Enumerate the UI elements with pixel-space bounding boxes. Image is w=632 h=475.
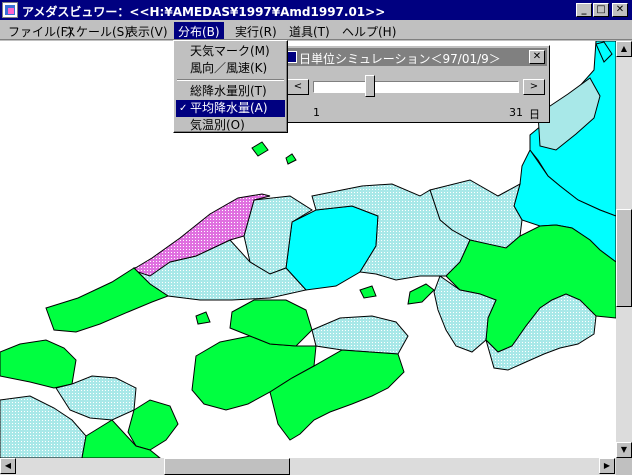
maximize-button[interactable]: □ bbox=[593, 3, 609, 17]
region-fukuoka bbox=[0, 339, 77, 389]
menu-item-wind[interactable]: 風向／風速(K) bbox=[176, 60, 285, 77]
menu-tools[interactable]: 道具(T) bbox=[285, 22, 334, 39]
menu-item-label: 平均降水量(A) bbox=[190, 101, 268, 115]
slider-max-label: 31 bbox=[509, 106, 523, 119]
simulation-title-bar[interactable]: 日単位シミュレーション＜97/01/9＞ ✕ bbox=[285, 48, 547, 66]
island-4 bbox=[251, 141, 269, 157]
menu-bar: ファイル(F) スケール(S) 表示(V) 分布(B) 実行(R) 道具(T) … bbox=[0, 20, 632, 40]
day-slider-track[interactable] bbox=[313, 81, 519, 93]
menu-item-total-precip[interactable]: 総降水量別(T) bbox=[176, 83, 285, 100]
prev-day-button[interactable]: < bbox=[287, 79, 309, 95]
menu-distribution[interactable]: 分布(B) bbox=[174, 22, 224, 39]
scroll-left-button[interactable]: ◀ bbox=[0, 458, 16, 474]
day-slider-thumb[interactable] bbox=[365, 75, 375, 97]
scroll-right-button[interactable]: ▶ bbox=[599, 458, 615, 474]
region-kagawa bbox=[311, 315, 409, 355]
menu-separator bbox=[177, 79, 284, 81]
scroll-up-button[interactable]: ▲ bbox=[616, 41, 632, 57]
simulation-close-button[interactable]: ✕ bbox=[529, 50, 545, 64]
check-icon: ✓ bbox=[179, 103, 188, 114]
next-day-button[interactable]: > bbox=[523, 79, 545, 95]
menu-item-label: 総降水量別(T) bbox=[190, 84, 267, 98]
vertical-scrollbar[interactable]: ▲ ▼ bbox=[616, 41, 632, 458]
simulation-title: 日単位シミュレーション＜97/01/9＞ bbox=[299, 52, 501, 66]
horizontal-scrollbar[interactable]: ◀ ▶ bbox=[0, 458, 616, 475]
scroll-down-button[interactable]: ▼ bbox=[616, 442, 632, 458]
menu-item-avg-precip[interactable]: ✓ 平均降水量(A) bbox=[176, 100, 285, 117]
close-button[interactable]: ✕ bbox=[612, 3, 628, 17]
slider-min-label: 1 bbox=[313, 106, 320, 119]
vertical-scroll-thumb[interactable] bbox=[616, 209, 632, 307]
title-bar[interactable]: アメダスビュワー：<<H:¥AMEDAS¥1997¥Amd1997.01>> _… bbox=[0, 0, 632, 20]
scroll-corner bbox=[616, 458, 632, 475]
app-window: アメダスビュワー：<<H:¥AMEDAS¥1997¥Amd1997.01>> _… bbox=[0, 0, 632, 475]
dialog-icon bbox=[287, 51, 297, 63]
region-gifu bbox=[285, 205, 379, 291]
slider-unit-label: 日 bbox=[529, 108, 540, 121]
island-3 bbox=[195, 311, 211, 325]
region-kumamoto bbox=[127, 399, 179, 451]
simulation-dialog: 日単位シミュレーション＜97/01/9＞ ✕ < > 1 31 日 bbox=[282, 45, 550, 123]
distribution-menu: 天気マーク(M) 風向／風速(K) 総降水量別(T) ✓ 平均降水量(A) 気温… bbox=[173, 40, 288, 133]
menu-item-label: 天気マーク(M) bbox=[190, 44, 270, 58]
island-1 bbox=[359, 285, 377, 299]
menu-item-temperature[interactable]: 気温別(O) bbox=[176, 117, 285, 134]
menu-help[interactable]: ヘルプ(H) bbox=[338, 22, 400, 39]
minimize-button[interactable]: _ bbox=[576, 3, 592, 17]
menu-item-label: 風向／風速(K) bbox=[190, 61, 268, 75]
horizontal-scroll-thumb[interactable] bbox=[164, 458, 290, 475]
menu-view[interactable]: 表示(V) bbox=[122, 22, 172, 39]
menu-item-label: 気温別(O) bbox=[190, 118, 245, 132]
app-icon[interactable] bbox=[2, 2, 18, 18]
window-title: アメダスビュワー：<<H:¥AMEDAS¥1997¥Amd1997.01>> bbox=[22, 5, 386, 19]
menu-item-weather-mark[interactable]: 天気マーク(M) bbox=[176, 43, 285, 60]
island-2 bbox=[407, 283, 435, 305]
menu-run[interactable]: 実行(R) bbox=[231, 22, 281, 39]
island-5 bbox=[285, 153, 297, 165]
